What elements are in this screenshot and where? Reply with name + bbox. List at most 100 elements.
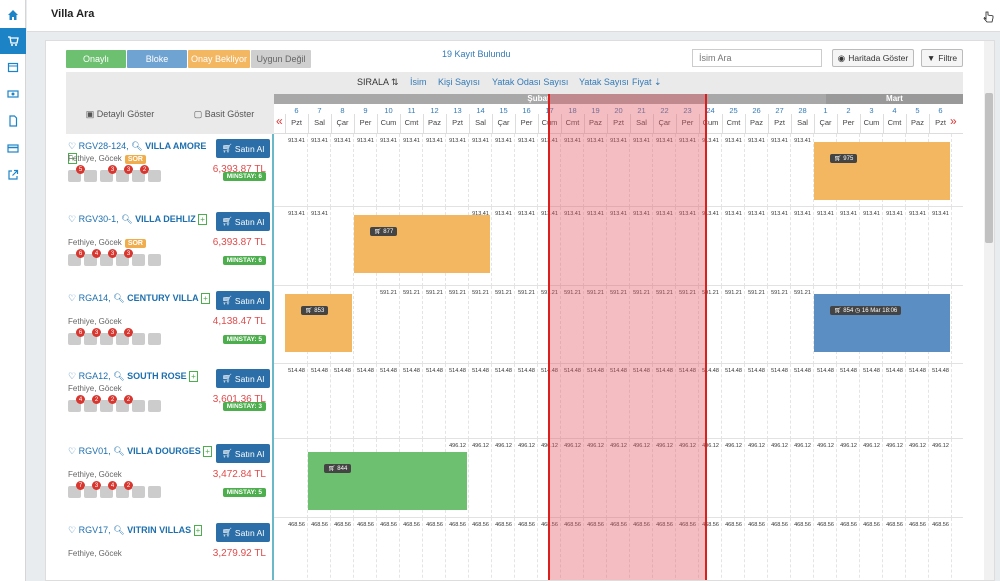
- day-cell[interactable]: [883, 364, 906, 439]
- favorite-heart-icon[interactable]: ♡: [68, 293, 76, 303]
- day-cell[interactable]: [768, 286, 791, 364]
- day-cell[interactable]: [791, 286, 814, 364]
- day-cell[interactable]: [469, 286, 492, 364]
- day-cell[interactable]: [446, 286, 469, 364]
- buy-button[interactable]: 🛒︎ Satın Al: [216, 139, 270, 158]
- buy-button[interactable]: 🛒︎ Satın Al: [216, 291, 270, 310]
- favorite-heart-icon[interactable]: ♡: [68, 214, 76, 224]
- external-link-icon[interactable]: [0, 162, 26, 188]
- unavailable-legend-button[interactable]: Uygun Değil: [251, 50, 311, 68]
- day-cell[interactable]: [883, 207, 906, 286]
- add-plus-icon[interactable]: +: [201, 293, 210, 304]
- day-cell[interactable]: [745, 207, 768, 286]
- sort-by-name[interactable]: İsim: [410, 77, 427, 87]
- villa-title[interactable]: ♡ RGA12, 🔍︎ SOUTH ROSE +: [68, 370, 213, 383]
- add-plus-icon[interactable]: +: [203, 446, 212, 457]
- favorite-heart-icon[interactable]: ♡: [68, 446, 76, 456]
- day-cell[interactable]: [423, 364, 446, 439]
- day-cell[interactable]: [814, 207, 837, 286]
- home-icon[interactable]: [0, 2, 26, 28]
- day-cell[interactable]: [791, 207, 814, 286]
- day-cell[interactable]: [354, 134, 377, 207]
- day-cell[interactable]: [906, 439, 929, 518]
- day-cell[interactable]: [768, 364, 791, 439]
- money-icon[interactable]: [0, 81, 26, 107]
- day-cell[interactable]: [308, 364, 331, 439]
- add-plus-icon[interactable]: +: [193, 525, 203, 536]
- day-cell[interactable]: [745, 439, 768, 518]
- sort-by-beds[interactable]: Yatak Sayısı: [579, 77, 629, 87]
- day-cell[interactable]: [814, 439, 837, 518]
- day-cell[interactable]: [469, 364, 492, 439]
- sort-by-price[interactable]: Fiyat ⇣: [632, 77, 662, 88]
- day-cell[interactable]: [906, 207, 929, 286]
- document-icon[interactable]: [0, 108, 26, 134]
- day-cell[interactable]: [492, 286, 515, 364]
- day-cell[interactable]: [446, 134, 469, 207]
- calendar-icon[interactable]: [0, 54, 26, 80]
- day-cell[interactable]: [860, 207, 883, 286]
- cart-icon[interactable]: [0, 28, 26, 54]
- add-plus-icon[interactable]: +: [189, 371, 198, 382]
- day-cell[interactable]: [492, 134, 515, 207]
- basic-view-button[interactable]: ▢ Basit Göster: [194, 109, 255, 120]
- day-cell[interactable]: [377, 134, 400, 207]
- day-cell[interactable]: [285, 364, 308, 439]
- favorite-heart-icon[interactable]: ♡: [68, 371, 76, 381]
- buy-button[interactable]: 🛒︎ Satın Al: [216, 369, 270, 388]
- day-cell[interactable]: [469, 439, 492, 518]
- approved-legend-button[interactable]: Onaylı: [66, 50, 126, 68]
- day-cell[interactable]: [860, 439, 883, 518]
- favorite-heart-icon[interactable]: ♡: [68, 525, 76, 535]
- day-cell[interactable]: [791, 364, 814, 439]
- day-cell[interactable]: [285, 134, 308, 207]
- villa-title[interactable]: ♡ RGA14, 🔍︎ CENTURY VILLA +: [68, 292, 213, 305]
- day-cell[interactable]: [722, 134, 745, 207]
- day-cell[interactable]: [768, 439, 791, 518]
- day-cell[interactable]: [354, 286, 377, 364]
- detailed-view-button[interactable]: ▣ Detaylı Göster: [86, 109, 155, 120]
- day-cell[interactable]: [791, 439, 814, 518]
- day-cell[interactable]: [722, 439, 745, 518]
- day-cell[interactable]: [745, 286, 768, 364]
- sort-by-bedrooms[interactable]: Yatak Odası Sayısı: [492, 77, 568, 87]
- reservation-block-approved[interactable]: 🛒︎ 844: [308, 452, 467, 510]
- favorite-heart-icon[interactable]: ♡: [68, 141, 76, 151]
- buy-button[interactable]: 🛒︎ Satın Al: [216, 444, 270, 463]
- day-cell[interactable]: [515, 134, 538, 207]
- day-cell[interactable]: [377, 364, 400, 439]
- day-cell[interactable]: [400, 134, 423, 207]
- day-cell[interactable]: [515, 364, 538, 439]
- day-cell[interactable]: [285, 439, 308, 518]
- day-cell[interactable]: [722, 286, 745, 364]
- buy-button[interactable]: 🛒︎ Satın Al: [216, 523, 270, 542]
- add-plus-icon[interactable]: +: [198, 214, 207, 225]
- day-cell[interactable]: [492, 439, 515, 518]
- day-cell[interactable]: [400, 364, 423, 439]
- villa-title[interactable]: ♡ RGV01, 🔍︎ VILLA DOURGES +: [68, 445, 213, 458]
- day-cell[interactable]: [929, 439, 952, 518]
- day-cell[interactable]: [308, 207, 331, 286]
- villa-title[interactable]: ♡ RGV17, 🔍︎ VITRIN VILLAS +: [68, 524, 213, 537]
- day-cell[interactable]: [883, 439, 906, 518]
- day-cell[interactable]: [354, 364, 377, 439]
- day-cell[interactable]: [768, 134, 791, 207]
- day-cell[interactable]: [331, 134, 354, 207]
- day-cell[interactable]: [446, 364, 469, 439]
- day-cell[interactable]: [423, 286, 446, 364]
- day-cell[interactable]: [837, 207, 860, 286]
- day-cell[interactable]: [515, 207, 538, 286]
- day-cell[interactable]: [906, 364, 929, 439]
- filter-button[interactable]: ▼ Filtre: [921, 49, 963, 67]
- villa-title[interactable]: ♡ RGV30-1, 🔍︎ VILLA DEHLIZ +: [68, 213, 213, 226]
- reservation-block-pending[interactable]: 🛒︎ 975: [814, 142, 950, 200]
- day-cell[interactable]: [400, 286, 423, 364]
- name-search-input[interactable]: [692, 49, 822, 67]
- day-cell[interactable]: [814, 364, 837, 439]
- day-cell[interactable]: [285, 207, 308, 286]
- day-cell[interactable]: [929, 364, 952, 439]
- vertical-scrollbar[interactable]: [984, 41, 994, 580]
- prev-arrow-icon[interactable]: «: [276, 114, 283, 128]
- day-cell[interactable]: [469, 134, 492, 207]
- day-cell[interactable]: [745, 364, 768, 439]
